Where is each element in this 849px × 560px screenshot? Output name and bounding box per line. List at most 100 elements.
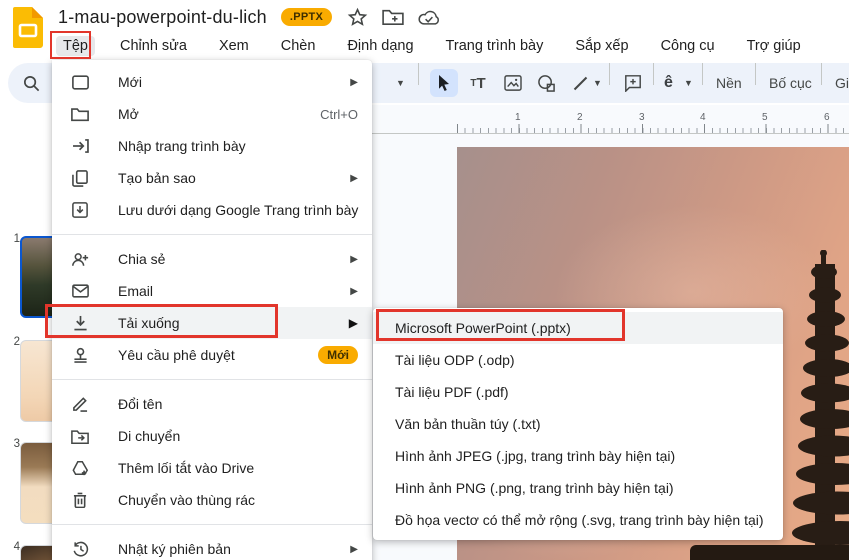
cursor-arrow-icon bbox=[430, 69, 458, 97]
menu-item-version-history[interactable]: Nhật ký phiên bản ▶ bbox=[52, 533, 372, 560]
version-history-icon bbox=[70, 539, 90, 559]
menu-item-label: Chuyển vào thùng rác bbox=[118, 492, 255, 508]
search-icon[interactable] bbox=[22, 63, 41, 103]
slide-number: 2 bbox=[13, 336, 20, 348]
submenu-item-svg[interactable]: Đồ họa vectơ có thể mở rộng (.svg, trang… bbox=[373, 504, 783, 536]
menu-item-label: Nhập trang trình bày bbox=[118, 138, 246, 154]
select-tool-button[interactable] bbox=[430, 63, 458, 103]
trash-icon bbox=[70, 490, 90, 510]
menu-item-label: Đổi tên bbox=[118, 396, 163, 412]
insert-image-button[interactable] bbox=[499, 63, 527, 103]
menu-slide[interactable]: Trang trình bày bbox=[439, 36, 551, 56]
menu-item-label: Mở bbox=[118, 106, 139, 122]
ruler-tick-label: 4 bbox=[700, 112, 706, 123]
drive-shortcut-icon bbox=[70, 458, 90, 478]
menu-item-download[interactable]: Tải xuống ▶ bbox=[52, 307, 372, 339]
ruler-tick-label: 2 bbox=[577, 112, 583, 123]
special-char-button[interactable]: ê bbox=[664, 63, 673, 103]
menu-view[interactable]: Xem bbox=[212, 36, 256, 56]
menu-edit[interactable]: Chỉnh sửa bbox=[113, 36, 194, 56]
shape-icon bbox=[532, 69, 560, 97]
line-dropdown-icon[interactable]: ▼ bbox=[593, 63, 602, 103]
menu-divider bbox=[52, 379, 372, 380]
toolbar-divider bbox=[821, 63, 822, 85]
menu-item-import-slides[interactable]: Nhập trang trình bày bbox=[52, 130, 372, 162]
comment-add-icon bbox=[619, 69, 647, 97]
new-feature-badge: Mới bbox=[318, 346, 358, 364]
folder-open-icon bbox=[70, 104, 90, 124]
menu-tools[interactable]: Công cụ bbox=[654, 36, 722, 56]
google-slides-window: 1 2 3 4 5 6 1 2 3 4 ▼ T T ▼ ê ▼ Nền Bố c… bbox=[0, 0, 849, 560]
slide-number: 3 bbox=[13, 438, 20, 450]
ruler-tick-label: 1 bbox=[515, 112, 521, 123]
submenu-item-pdf[interactable]: Tài liệu PDF (.pdf) bbox=[373, 376, 783, 408]
background-button[interactable]: Nền bbox=[708, 63, 750, 103]
file-type-badge: .PPTX bbox=[280, 8, 333, 26]
text-box-icon: TT bbox=[470, 74, 486, 92]
theme-button[interactable]: Gia bbox=[827, 63, 849, 103]
line-icon bbox=[566, 69, 594, 97]
layout-button[interactable]: Bố cục bbox=[761, 63, 820, 103]
toolbar-divider bbox=[755, 63, 756, 85]
menu-item-label: Nhật ký phiên bản bbox=[118, 541, 231, 557]
menu-item-email[interactable]: Email ▶ bbox=[52, 275, 372, 307]
shape-tool-button[interactable] bbox=[532, 63, 560, 103]
submenu-arrow-icon: ▶ bbox=[350, 543, 358, 555]
menu-format[interactable]: Định dạng bbox=[340, 36, 420, 56]
menu-item-label: Di chuyển bbox=[118, 428, 181, 444]
zoom-dropdown-icon[interactable]: ▼ bbox=[396, 63, 405, 103]
submenu-arrow-icon: ▶ bbox=[350, 253, 358, 265]
menu-file[interactable]: Tệp bbox=[56, 35, 95, 56]
menu-item-open[interactable]: Mở Ctrl+O bbox=[52, 98, 372, 130]
ruler-tick-label: 6 bbox=[824, 112, 830, 123]
submenu-item-txt[interactable]: Văn bản thuần túy (.txt) bbox=[373, 408, 783, 440]
submenu-arrow-icon: ▶ bbox=[348, 316, 358, 330]
slide-number: 1 bbox=[13, 233, 20, 245]
menu-arrange[interactable]: Sắp xếp bbox=[568, 36, 635, 56]
menu-item-rename[interactable]: Đổi tên bbox=[52, 388, 372, 420]
menu-item-move[interactable]: Di chuyển bbox=[52, 420, 372, 452]
toolbar-divider bbox=[609, 63, 610, 85]
rename-pencil-icon bbox=[70, 394, 90, 414]
menu-item-make-copy[interactable]: Tạo bản sao ▶ bbox=[52, 162, 372, 194]
menu-insert[interactable]: Chèn bbox=[274, 36, 323, 56]
menu-item-add-shortcut-to-drive[interactable]: Thêm lối tắt vào Drive bbox=[52, 452, 372, 484]
special-char-dropdown-icon[interactable]: ▼ bbox=[684, 63, 693, 103]
submenu-item-odp[interactable]: Tài liệu ODP (.odp) bbox=[373, 344, 783, 376]
menu-item-label: Tạo bản sao bbox=[118, 170, 196, 186]
menu-item-label: Mới bbox=[118, 74, 142, 90]
move-folder-icon bbox=[70, 426, 90, 446]
line-tool-button[interactable] bbox=[566, 63, 594, 103]
cloud-saved-icon[interactable] bbox=[418, 6, 440, 28]
slide-number: 4 bbox=[13, 541, 20, 553]
menu-item-request-approval[interactable]: Yêu cầu phê duyệt Mới bbox=[52, 339, 372, 371]
menu-item-new[interactable]: Mới ▶ bbox=[52, 66, 372, 98]
share-person-add-icon bbox=[70, 249, 90, 269]
textbox-tool-button[interactable]: TT bbox=[464, 63, 492, 103]
move-to-folder-icon[interactable] bbox=[382, 6, 404, 28]
ruler-tick-label: 5 bbox=[762, 112, 768, 123]
star-icon[interactable] bbox=[346, 6, 368, 28]
insert-comment-button[interactable] bbox=[619, 63, 647, 103]
toolbar-divider bbox=[418, 63, 419, 85]
ruler-baseline bbox=[372, 133, 849, 134]
approval-icon bbox=[70, 345, 90, 365]
submenu-item-jpeg[interactable]: Hình ảnh JPEG (.jpg, trang trình bày hiệ… bbox=[373, 440, 783, 472]
ruler-tick-label: 3 bbox=[639, 112, 645, 123]
download-submenu-panel: Microsoft PowerPoint (.pptx) Tài liệu OD… bbox=[373, 308, 783, 540]
toolbar-divider bbox=[653, 63, 654, 85]
menu-item-move-to-trash[interactable]: Chuyển vào thùng rác bbox=[52, 484, 372, 516]
menu-item-label: Yêu cầu phê duyệt bbox=[118, 347, 235, 363]
submenu-item-png[interactable]: Hình ảnh PNG (.png, trang trình bày hiện… bbox=[373, 472, 783, 504]
menu-item-share[interactable]: Chia sẻ ▶ bbox=[52, 243, 372, 275]
google-slides-logo[interactable] bbox=[13, 7, 43, 48]
menu-item-save-as-google-slides[interactable]: Lưu dưới dạng Google Trang trình bày bbox=[52, 194, 372, 226]
document-title[interactable]: 1-mau-powerpoint-du-lich bbox=[58, 7, 267, 28]
copy-icon bbox=[70, 168, 90, 188]
menu-help[interactable]: Trợ giúp bbox=[740, 36, 808, 56]
new-presentation-icon bbox=[70, 72, 90, 92]
submenu-item-pptx[interactable]: Microsoft PowerPoint (.pptx) bbox=[373, 312, 783, 344]
menu-bar: Tệp Chỉnh sửa Xem Chèn Định dạng Trang t… bbox=[56, 33, 808, 58]
menu-divider bbox=[52, 524, 372, 525]
file-menu-panel: Mới ▶ Mở Ctrl+O Nhập trang trình bày Tạo… bbox=[52, 60, 372, 560]
